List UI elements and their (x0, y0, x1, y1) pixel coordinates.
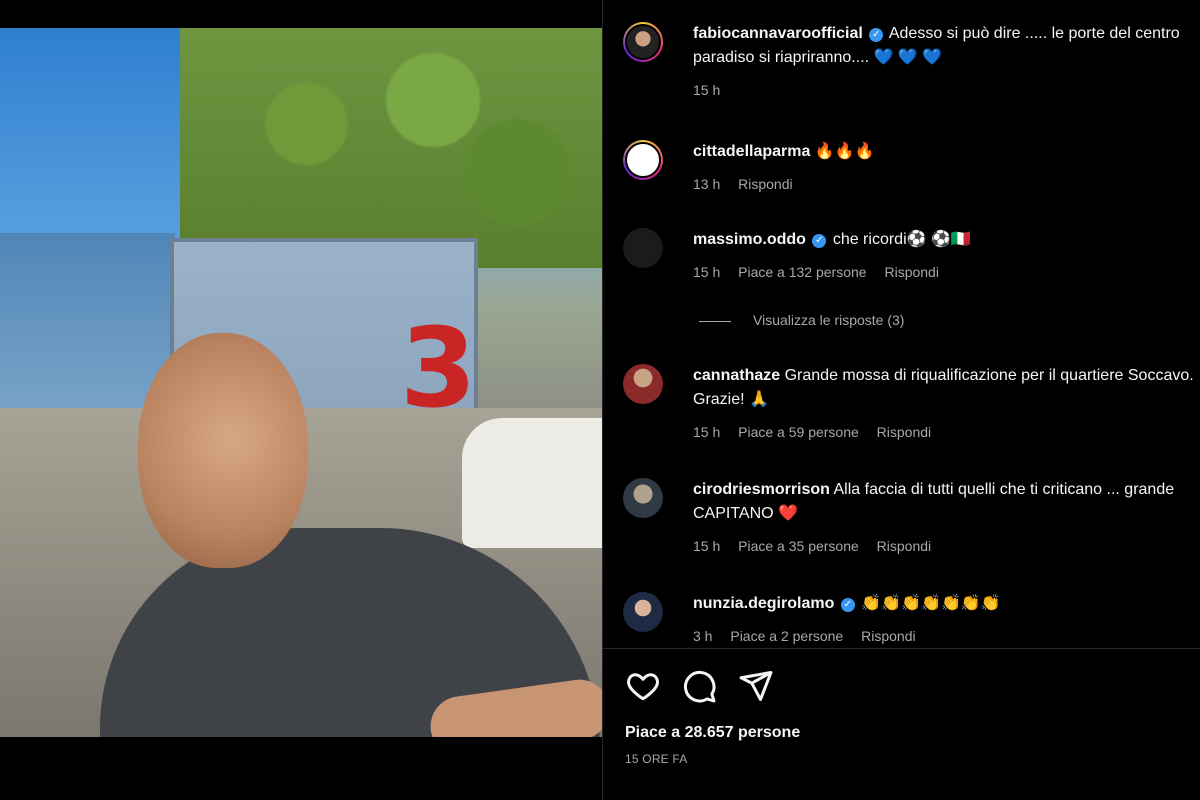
avatar[interactable] (623, 592, 663, 632)
verified-badge-icon: ✓ (812, 234, 827, 248)
comment-time: 13 h (693, 176, 721, 192)
instagram-post-view: 3 fabiocannavaroofficial ✓ Adesso si può… (0, 0, 1200, 800)
replies-line (699, 320, 731, 322)
comment-username[interactable]: nunzia.degirolamo (693, 595, 834, 612)
divider (603, 648, 1200, 649)
comment-text: che ricordi⚽ ⚽🇮🇹 (832, 231, 971, 248)
photo-car (462, 418, 602, 548)
post-photo[interactable]: 3 (0, 28, 602, 737)
comment-username[interactable]: cirodriesmorrison (693, 481, 830, 498)
verified-badge-icon: ✓ (869, 28, 884, 42)
verified-badge-icon: ✓ (840, 598, 855, 612)
comment-username[interactable]: cannathaze (693, 367, 780, 384)
comment-time: 3 h (693, 628, 713, 644)
reply-button[interactable]: Rispondi (884, 264, 938, 280)
photo-person-head (138, 333, 308, 568)
comment-text: 👏👏👏👏👏👏👏 (861, 595, 1001, 612)
reply-button[interactable]: Rispondi (738, 176, 792, 192)
comment-text: 🔥🔥🔥 (814, 143, 875, 160)
reply-button[interactable]: Rispondi (861, 628, 915, 644)
avatar[interactable] (623, 140, 663, 180)
avatar[interactable] (623, 22, 663, 62)
action-bar (625, 668, 790, 704)
caption-time: 15 h (693, 82, 721, 98)
avatar[interactable] (623, 228, 663, 268)
comment-likes[interactable]: Piace a 59 persone (738, 424, 859, 440)
avatar[interactable] (623, 364, 663, 404)
comments-list[interactable]: fabiocannavaroofficial ✓ Adesso si può d… (603, 0, 1200, 648)
view-replies-button[interactable]: Visualizza le risposte (3) (699, 312, 904, 328)
comment-likes[interactable]: Piace a 2 persone (730, 628, 843, 644)
photo-ivy-wall (180, 28, 602, 268)
post-timestamp: 15 ORE FA (625, 752, 688, 766)
comment-username[interactable]: cittadellaparma (693, 143, 810, 160)
comment-likes[interactable]: Piace a 132 persone (738, 264, 866, 280)
comment-likes[interactable]: Piace a 35 persone (738, 538, 859, 554)
share-icon[interactable] (738, 668, 774, 704)
comment-time: 15 h (693, 264, 721, 280)
comment-time: 15 h (693, 424, 721, 440)
caption-emoji: 💙 💙 💙 (873, 49, 943, 66)
comment-time: 15 h (693, 538, 721, 554)
view-replies-label: Visualizza le risposte (3) (753, 312, 905, 328)
comments-panel: fabiocannavaroofficial ✓ Adesso si può d… (602, 0, 1200, 800)
heart-icon[interactable] (625, 668, 661, 704)
comment-username[interactable]: massimo.oddo (693, 231, 806, 248)
likes-count[interactable]: Piace a 28.657 persone (625, 724, 800, 742)
reply-button[interactable]: Rispondi (877, 538, 931, 554)
caption-username[interactable]: fabiocannavaroofficial (693, 25, 863, 42)
reply-button[interactable]: Rispondi (877, 424, 931, 440)
comment-icon[interactable] (681, 668, 717, 704)
avatar[interactable] (623, 478, 663, 518)
photo-mural (0, 233, 175, 413)
photo-red-number: 3 (400, 304, 477, 432)
